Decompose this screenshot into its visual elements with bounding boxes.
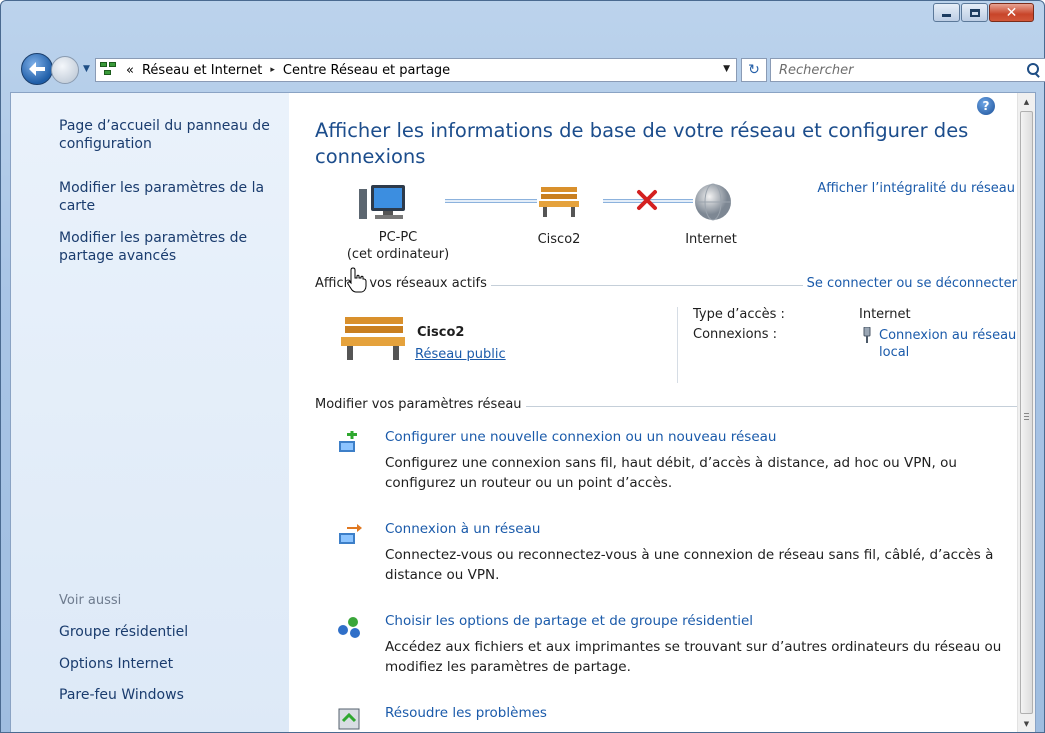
task-troubleshoot: Résoudre les problèmes [315,705,1015,730]
back-arrow-icon [29,62,45,76]
breadcrumb-item-network-center[interactable]: Centre Réseau et partage [283,63,450,78]
see-also-caption: Voir aussi [59,593,122,608]
sidebar: Page d’accueil du panneau de configurati… [11,93,289,732]
content-area: Page d’accueil du panneau de configurati… [10,92,1036,732]
search-input[interactable]: Rechercher [779,63,1025,78]
search-box[interactable]: Rechercher [770,58,1045,82]
task-sharing-options: Choisir les options de partage et de gro… [315,613,1015,675]
maximize-button[interactable] [961,3,988,22]
scroll-up-icon[interactable]: ▲ [1018,93,1035,110]
change-settings-title: Modifier vos paramètres réseau [315,397,526,412]
full-map-link[interactable]: Afficher l’intégralité du réseau [817,181,1015,196]
active-networks-header: Afficher vos réseaux actifs Se connecter… [315,276,1017,294]
troubleshoot-icon [338,708,360,730]
node-internet[interactable]: Internet [671,231,751,248]
maximize-icon [969,8,980,17]
link-line [445,199,537,203]
new-connection-link[interactable]: Configurer une nouvelle connexion ou un … [385,429,776,445]
active-networks-title: Afficher vos réseaux actifs [315,276,491,291]
connect-network-link[interactable]: Connexion à un réseau [385,521,540,537]
explorer-window: ✕ ▼ « Réseau et Internet ▸ Centre Réseau… [0,0,1045,733]
globe-icon[interactable] [691,181,735,223]
sharing-options-link[interactable]: Choisir les options de partage et de gro… [385,613,753,629]
search-icon[interactable] [1025,62,1041,78]
node-computer-label: PC-PC [378,230,418,245]
vertical-scrollbar[interactable]: ▲ ▼ [1017,93,1035,732]
history-dropdown-icon[interactable]: ▼ [83,64,90,74]
address-bar[interactable]: « Réseau et Internet ▸ Centre Réseau et … [95,58,737,82]
scroll-down-icon[interactable]: ▼ [1018,715,1035,732]
node-computer[interactable]: PC-PC (cet ordinateur) [343,229,453,263]
refresh-icon: ↻ [748,62,760,78]
sidebar-link-windows-firewall[interactable]: Pare-feu Windows [59,686,279,704]
network-map: PC-PC (cet ordinateur) Cisco2 Internet A… [315,181,1015,271]
connection-link[interactable]: Connexion au réseau local [859,327,1039,361]
back-button[interactable] [21,53,53,85]
bench-icon [341,317,405,360]
sidebar-link-control-panel-home[interactable]: Page d’accueil du panneau de configurati… [59,117,279,153]
task-new-connection: Configurer une nouvelle connexion ou un … [315,429,1015,491]
access-type-label: Type d’accès : [693,307,785,322]
minimize-icon [942,14,951,17]
active-network-panel: Cisco2 Réseau public Type d’accès : Inte… [315,307,1016,387]
close-button[interactable]: ✕ [989,3,1034,22]
sidebar-link-adapter-settings[interactable]: Modifier les paramètres de la carte [59,179,279,215]
computer-icon[interactable] [355,181,413,225]
new-connection-desc: Configurez une connexion sans fil, haut … [385,455,957,491]
new-connection-icon [339,431,357,452]
forward-button[interactable] [51,56,79,84]
caption-buttons: ✕ [933,3,1034,22]
page-title: Afficher les informations de base de vot… [315,119,969,168]
homegroup-icon [338,617,360,638]
close-icon: ✕ [1005,4,1018,21]
breadcrumb-overflow[interactable]: « [126,63,134,78]
address-dropdown-icon[interactable]: ▼ [723,64,730,74]
connect-network-icon [339,524,362,544]
connect-network-desc: Connectez-vous ou reconnectez-vous à une… [385,547,994,583]
red-x-icon [637,190,657,210]
main-panel: ? Afficher les informations de base de v… [289,93,1017,732]
scroll-grip-icon [1024,412,1029,420]
node-cisco2-label: Cisco2 [537,232,581,247]
refresh-button[interactable]: ↻ [741,58,767,82]
node-internet-label: Internet [685,232,737,247]
breadcrumb: « Réseau et Internet ▸ Centre Réseau et … [126,63,450,78]
sidebar-link-advanced-sharing[interactable]: Modifier les paramètres de partage avanc… [59,229,279,265]
bench-icon[interactable] [537,185,581,219]
help-icon[interactable]: ? [977,97,995,115]
navigation-bar: ▼ « Réseau et Internet ▸ Centre Réseau e… [21,53,1045,87]
sharing-options-desc: Accédez aux fichiers et aux imprimantes … [385,639,1002,675]
connections-label: Connexions : [693,327,778,342]
sidebar-link-homegroup[interactable]: Groupe résidentiel [59,623,279,641]
task-connect-network: Connexion à un réseau Connectez-vous ou … [315,521,1015,583]
connect-disconnect-link[interactable]: Se connecter ou se déconnecter [802,276,1017,291]
minimize-button[interactable] [933,3,960,22]
breadcrumb-item-network-internet[interactable]: Réseau et Internet [142,63,262,78]
hand-cursor-icon [347,267,367,293]
network-name: Cisco2 [417,325,465,340]
scroll-thumb[interactable] [1020,111,1033,714]
node-cisco2[interactable]: Cisco2 [519,231,599,248]
troubleshoot-link[interactable]: Résoudre les problèmes [385,705,547,721]
breadcrumb-separator-icon[interactable]: ▸ [270,65,275,75]
access-type-value: Internet [859,307,911,322]
network-type-link[interactable]: Réseau public [415,347,506,362]
change-settings-header: Modifier vos paramètres réseau [315,397,1017,415]
divider [677,307,678,383]
node-computer-sub: (cet ordinateur) [346,247,450,262]
sidebar-link-internet-options[interactable]: Options Internet [59,655,279,673]
network-center-icon [100,62,118,78]
